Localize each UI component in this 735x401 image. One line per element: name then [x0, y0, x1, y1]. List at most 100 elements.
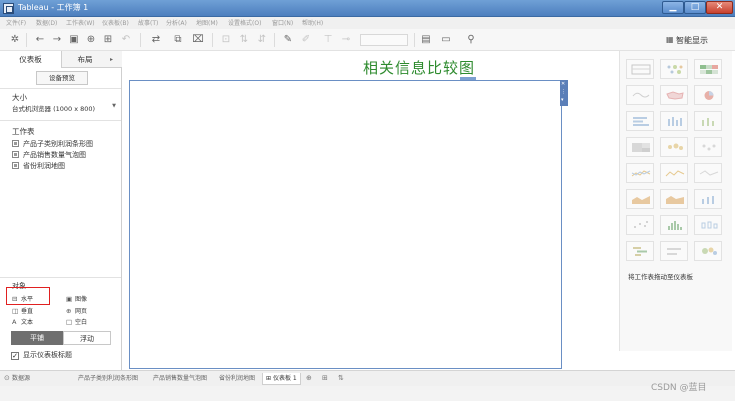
- forward-icon[interactable]: →: [51, 34, 63, 46]
- menu-file[interactable]: 文件(F): [6, 18, 26, 27]
- close-button[interactable]: ✕: [706, 1, 733, 14]
- smart-show-icon[interactable]: ▦: [666, 35, 674, 44]
- discrete-line-chart-icon[interactable]: [660, 163, 688, 183]
- sheet-item[interactable]: 产品销售数量气泡图: [12, 150, 86, 160]
- container-controls[interactable]: ✕ ⋮ ▾: [560, 80, 568, 106]
- maximize-button[interactable]: □: [684, 1, 706, 14]
- remove-icon[interactable]: ✕: [561, 81, 565, 87]
- object-horizontal[interactable]: ⊟ 水平: [12, 294, 33, 303]
- move-handle-icon[interactable]: ⋮: [561, 89, 566, 95]
- new-data-source-icon[interactable]: ⊕: [85, 34, 97, 46]
- sheet-item[interactable]: 产品子类别利润条形图: [12, 139, 93, 149]
- menu-help[interactable]: 帮助(H): [302, 18, 323, 27]
- symbol-map-chart-icon[interactable]: [626, 85, 654, 105]
- size-select[interactable]: 台式机浏览器 (1000 x 800) ▼: [12, 103, 116, 114]
- floating-button[interactable]: 浮动: [63, 331, 111, 345]
- label-icon[interactable]: ⊤: [322, 34, 334, 46]
- tab-layout[interactable]: 布局: [62, 51, 108, 68]
- sheet-tab-bar: ⊙ 数据源 产品子类别利润条形图 产品销售数量气泡图 省份利润地图 ⊞ 仪表板 …: [0, 370, 735, 386]
- treemap-chart-icon[interactable]: [626, 137, 654, 157]
- sheet-item[interactable]: 省份利润地图: [12, 161, 65, 171]
- area-chart-discrete-icon[interactable]: [660, 189, 688, 209]
- highlight-icon[interactable]: ✎: [282, 34, 294, 46]
- dashboard-title[interactable]: 相关信息比较图: [269, 57, 569, 78]
- tab-sheet[interactable]: 省份利润地图: [219, 373, 255, 385]
- tab-datasource[interactable]: 数据源: [12, 373, 30, 385]
- tab-menu-arrow-icon[interactable]: ▸: [110, 51, 113, 68]
- sort-descending-icon[interactable]: ⇵: [256, 34, 268, 46]
- menu-analysis[interactable]: 分析(A): [166, 18, 187, 27]
- dual-combination-chart-icon[interactable]: [694, 189, 722, 209]
- pin-icon[interactable]: ✐: [300, 34, 312, 46]
- menu-worksheet[interactable]: 工作表(W): [66, 18, 95, 27]
- dashboard-canvas[interactable]: [129, 80, 562, 369]
- checkmark-icon[interactable]: ✓: [11, 352, 19, 360]
- undo-icon[interactable]: ↶: [120, 34, 132, 46]
- fit-select[interactable]: [360, 34, 408, 46]
- fix-axes-icon[interactable]: ⊸: [340, 34, 352, 46]
- object-image[interactable]: ▣ 图像: [66, 294, 87, 303]
- text-table-chart-icon[interactable]: [626, 59, 654, 79]
- presentation-icon[interactable]: ▤: [420, 34, 432, 46]
- divider: [0, 277, 121, 278]
- device-preview-button[interactable]: 设备预览: [36, 71, 88, 85]
- menu-format[interactable]: 设置格式(O): [228, 18, 261, 27]
- tab-label: 仪表板 1: [272, 375, 297, 382]
- highlight-table-chart-icon[interactable]: [694, 59, 722, 79]
- back-icon[interactable]: ←: [34, 34, 46, 46]
- pie-chart-icon[interactable]: [694, 85, 722, 105]
- clear-sheet-icon[interactable]: ⌧: [192, 34, 204, 46]
- swap-icon[interactable]: ⇄: [150, 34, 162, 46]
- chevron-down-icon[interactable]: ▾: [561, 97, 564, 103]
- vertical-icon: ◫: [12, 307, 19, 315]
- duplicate-icon[interactable]: ⧉: [172, 34, 184, 46]
- heat-map-chart-icon[interactable]: [660, 59, 688, 79]
- new-story-icon[interactable]: ⇅: [338, 374, 344, 382]
- show-title-checkbox[interactable]: ✓ 显示仪表板标题: [11, 350, 72, 360]
- menu-dashboard[interactable]: 仪表板(B): [102, 18, 129, 27]
- menu-window[interactable]: 窗口(N): [272, 18, 293, 27]
- minimize-button[interactable]: ▁: [662, 1, 684, 14]
- circle-view-chart-icon[interactable]: [660, 137, 688, 157]
- group-icon[interactable]: ⊡: [220, 34, 232, 46]
- dashboard-pane: 仪表板 布局 ▸ 设备预览 大小 台式机浏览器 (1000 x 800) ▼ 工…: [0, 51, 122, 370]
- menu-story[interactable]: 故事(T): [138, 18, 158, 27]
- toolbar: ✲ ← → ▣ ⊕ ⊞ ↶ ⇄ ⧉ ⌧ ⊡ ⇅ ⇵ ✎ ✐ ⊤ ⊸ ▤ ▭ ⚲ …: [0, 29, 735, 51]
- tab-sheet[interactable]: 产品子类别利润条形图: [78, 373, 138, 385]
- object-blank[interactable]: □ 空白: [66, 317, 87, 326]
- datasource-icon: ⊙: [4, 374, 10, 382]
- box-plot-chart-icon[interactable]: [694, 215, 722, 235]
- menu-data[interactable]: 数据(D): [36, 18, 57, 27]
- tab-dashboard[interactable]: 仪表板: [0, 51, 62, 68]
- side-by-side-bar-chart-icon[interactable]: [694, 111, 722, 131]
- scatter-plot-chart-icon[interactable]: [626, 215, 654, 235]
- stacked-bar-chart-icon[interactable]: [660, 111, 688, 131]
- horizontal-bar-chart-icon[interactable]: [626, 111, 654, 131]
- object-webpage[interactable]: ⊕ 网页: [66, 306, 87, 315]
- area-chart-continuous-icon[interactable]: [626, 189, 654, 209]
- tab-dashboard-1[interactable]: ⊞ 仪表板 1: [262, 373, 301, 385]
- object-vertical[interactable]: ◫ 垂直: [12, 306, 33, 315]
- tiled-button[interactable]: 平铺: [11, 331, 63, 345]
- packed-bubbles-chart-icon[interactable]: [694, 241, 722, 261]
- gantt-chart-icon[interactable]: [626, 241, 654, 261]
- menu-map[interactable]: 地图(M): [196, 18, 218, 27]
- new-dashboard-icon[interactable]: ⊞: [322, 374, 328, 382]
- sheet-item-label: 产品销售数量气泡图: [23, 151, 86, 159]
- new-worksheet-icon[interactable]: ⊕: [306, 374, 312, 382]
- continuous-line-chart-icon[interactable]: [626, 163, 654, 183]
- filled-map-chart-icon[interactable]: [660, 85, 688, 105]
- side-by-side-circle-chart-icon[interactable]: [694, 137, 722, 157]
- bullet-graph-chart-icon[interactable]: [660, 241, 688, 261]
- smart-show-label[interactable]: 智能显示: [676, 35, 708, 46]
- object-text[interactable]: A 文本: [12, 317, 33, 326]
- new-sheet-icon[interactable]: ⊞: [102, 34, 114, 46]
- device-preview-icon[interactable]: ▭: [440, 34, 452, 46]
- save-icon[interactable]: ▣: [68, 34, 80, 46]
- tableau-logo-icon[interactable]: ✲: [9, 34, 21, 46]
- tab-sheet[interactable]: 产品销售数量气泡图: [153, 373, 207, 385]
- share-icon[interactable]: ⚲: [465, 34, 477, 46]
- dual-line-chart-icon[interactable]: [694, 163, 722, 183]
- histogram-chart-icon[interactable]: [660, 215, 688, 235]
- sort-ascending-icon[interactable]: ⇅: [238, 34, 250, 46]
